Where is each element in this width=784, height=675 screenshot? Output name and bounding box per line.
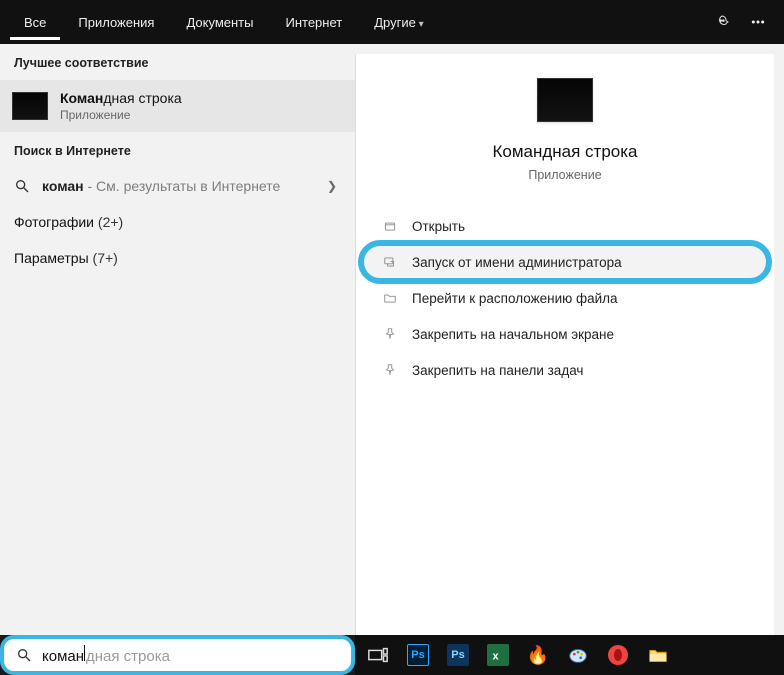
search-typed-text: коман	[42, 648, 84, 665]
web-search-header: Поиск в Интернете	[0, 132, 355, 168]
category-photos[interactable]: Фотографии (2+)	[0, 204, 355, 240]
results-list: Лучшее соответствие Командная строка При…	[0, 44, 355, 635]
preview-title: Командная строка	[492, 142, 637, 162]
search-results-panel: Лучшее соответствие Командная строка При…	[0, 44, 784, 635]
palette-icon	[567, 644, 589, 666]
pin-taskbar-icon	[382, 362, 398, 378]
tab-apps[interactable]: Приложения	[64, 5, 168, 40]
action-run-as-admin[interactable]: Запуск от имени администратора	[362, 244, 768, 280]
search-suggestion-text: дная строка	[86, 648, 170, 665]
taskbar-app-photoshop-alt[interactable]: Ps	[445, 642, 471, 668]
feedback-icon[interactable]	[706, 6, 738, 38]
tab-internet[interactable]: Интернет	[271, 5, 356, 40]
best-match-title: Командная строка	[60, 90, 182, 106]
taskbar-app-excel[interactable]: x	[485, 642, 511, 668]
taskbar-app-photoshop[interactable]: Ps	[405, 642, 431, 668]
cmd-thumbnail-icon	[12, 92, 48, 120]
action-open[interactable]: Открыть	[362, 208, 768, 244]
more-options-icon[interactable]	[742, 6, 774, 38]
search-icon	[16, 647, 32, 663]
task-view-button[interactable]	[365, 642, 391, 668]
taskbar-app-paint[interactable]	[565, 642, 591, 668]
tab-more[interactable]: Другие	[360, 5, 437, 40]
search-filter-tabs: Все Приложения Документы Интернет Другие	[0, 0, 784, 44]
cmd-large-icon	[537, 78, 593, 122]
preview-pane: Командная строка Приложение Открыть Запу…	[355, 54, 774, 635]
search-icon	[14, 178, 30, 194]
preview-actions: Открыть Запуск от имени администратора П…	[356, 200, 774, 396]
best-match-header: Лучшее соответствие	[0, 44, 355, 80]
web-search-item[interactable]: коман - См. результаты в Интернете ❯	[0, 168, 355, 204]
taskbar-app-explorer[interactable]	[645, 642, 671, 668]
search-input[interactable]: командная строка	[0, 635, 355, 675]
best-match-item[interactable]: Командная строка Приложение	[0, 80, 355, 132]
text-caret	[84, 645, 85, 661]
flame-icon: 🔥	[527, 645, 549, 666]
action-pin-start[interactable]: Закрепить на начальном экране	[362, 316, 768, 352]
taskbar-app-burner[interactable]: 🔥	[525, 642, 551, 668]
opera-icon	[608, 645, 628, 665]
admin-icon	[382, 254, 398, 270]
chevron-right-icon: ❯	[327, 179, 341, 193]
taskbar-app-opera[interactable]	[605, 642, 631, 668]
action-open-location[interactable]: Перейти к расположению файла	[362, 280, 768, 316]
taskbar: Ps Ps x 🔥	[355, 635, 784, 675]
category-settings[interactable]: Параметры (7+)	[0, 240, 355, 276]
open-icon	[382, 218, 398, 234]
svg-text:x: x	[493, 651, 500, 663]
folder-icon	[647, 644, 669, 666]
pin-start-icon	[382, 326, 398, 342]
tab-all[interactable]: Все	[10, 5, 60, 40]
preview-subtitle: Приложение	[528, 168, 601, 182]
folder-icon	[382, 290, 398, 306]
tab-docs[interactable]: Документы	[172, 5, 267, 40]
action-pin-taskbar[interactable]: Закрепить на панели задач	[362, 352, 768, 388]
best-match-subtitle: Приложение	[60, 108, 182, 122]
